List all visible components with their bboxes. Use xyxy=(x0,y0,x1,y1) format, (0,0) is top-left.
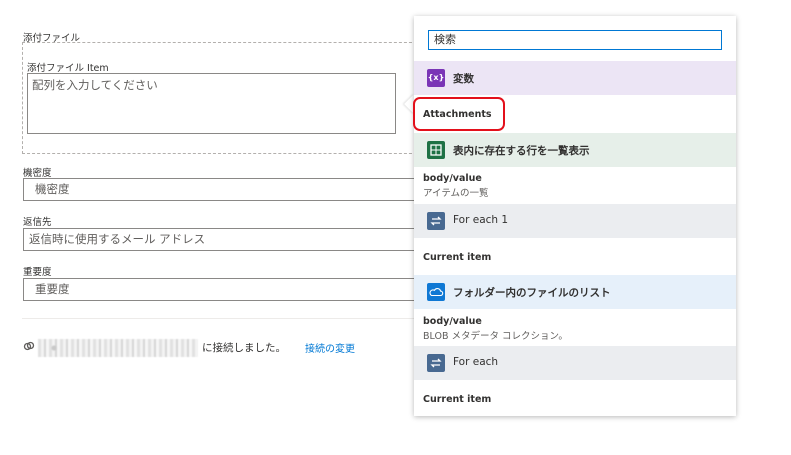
sensitivity-label: 機密度 xyxy=(23,168,52,179)
divider xyxy=(22,318,422,319)
attachment-item-input[interactable]: 配列を入力してください xyxy=(27,73,396,134)
section-title: 表内に存在する行を一覧表示 xyxy=(453,145,590,157)
section-for-each-1: For each 1 xyxy=(414,204,736,238)
section-list-files-in-folder: フォルダー内のファイルのリスト xyxy=(414,275,736,309)
onedrive-icon xyxy=(427,283,445,301)
link-icon xyxy=(23,341,35,351)
section-title: 変数 xyxy=(453,73,474,85)
change-connection-link[interactable]: 接続の変更 xyxy=(305,340,355,355)
token-body-value[interactable]: body/value xyxy=(423,316,482,327)
token-current-item[interactable]: Current item xyxy=(423,252,491,263)
loop-icon xyxy=(427,354,445,372)
search-input[interactable]: 検索 xyxy=(428,30,722,50)
importance-label: 重要度 xyxy=(23,267,52,278)
section-title: フォルダー内のファイルのリスト xyxy=(453,287,611,299)
section-for-each: For each xyxy=(414,346,736,380)
reply-to-label: 返信先 xyxy=(23,217,52,228)
dynamic-content-panel: 検索 {x} 変数 Attachments 表内に存在する行を一覧表示 body… xyxy=(414,16,736,416)
section-title: For each xyxy=(453,356,499,368)
reply-to-input[interactable]: 返信時に使用するメール アドレス xyxy=(23,228,423,251)
sensitivity-dropdown[interactable]: 機密度 xyxy=(23,178,423,201)
token-description: アイテムの一覧 xyxy=(423,188,489,199)
section-title: For each 1 xyxy=(453,214,509,226)
token-body-value[interactable]: body/value xyxy=(423,173,482,184)
loop-icon xyxy=(427,212,445,230)
token-current-item[interactable]: Current item xyxy=(423,394,491,405)
importance-dropdown[interactable]: 重要度 xyxy=(23,278,423,301)
token-description: BLOB メタデータ コレクション。 xyxy=(423,331,568,342)
variable-icon: {x} xyxy=(427,69,445,87)
redacted-account xyxy=(38,339,198,357)
section-variables: {x} 変数 xyxy=(414,61,736,95)
excel-icon xyxy=(427,141,445,159)
attachment-item-label: 添付ファイル Item xyxy=(27,63,109,74)
highlight-annotation xyxy=(413,97,505,131)
section-excel-list-rows: 表内に存在する行を一覧表示 xyxy=(414,133,736,167)
connected-text: に接続しました。 xyxy=(202,342,286,354)
